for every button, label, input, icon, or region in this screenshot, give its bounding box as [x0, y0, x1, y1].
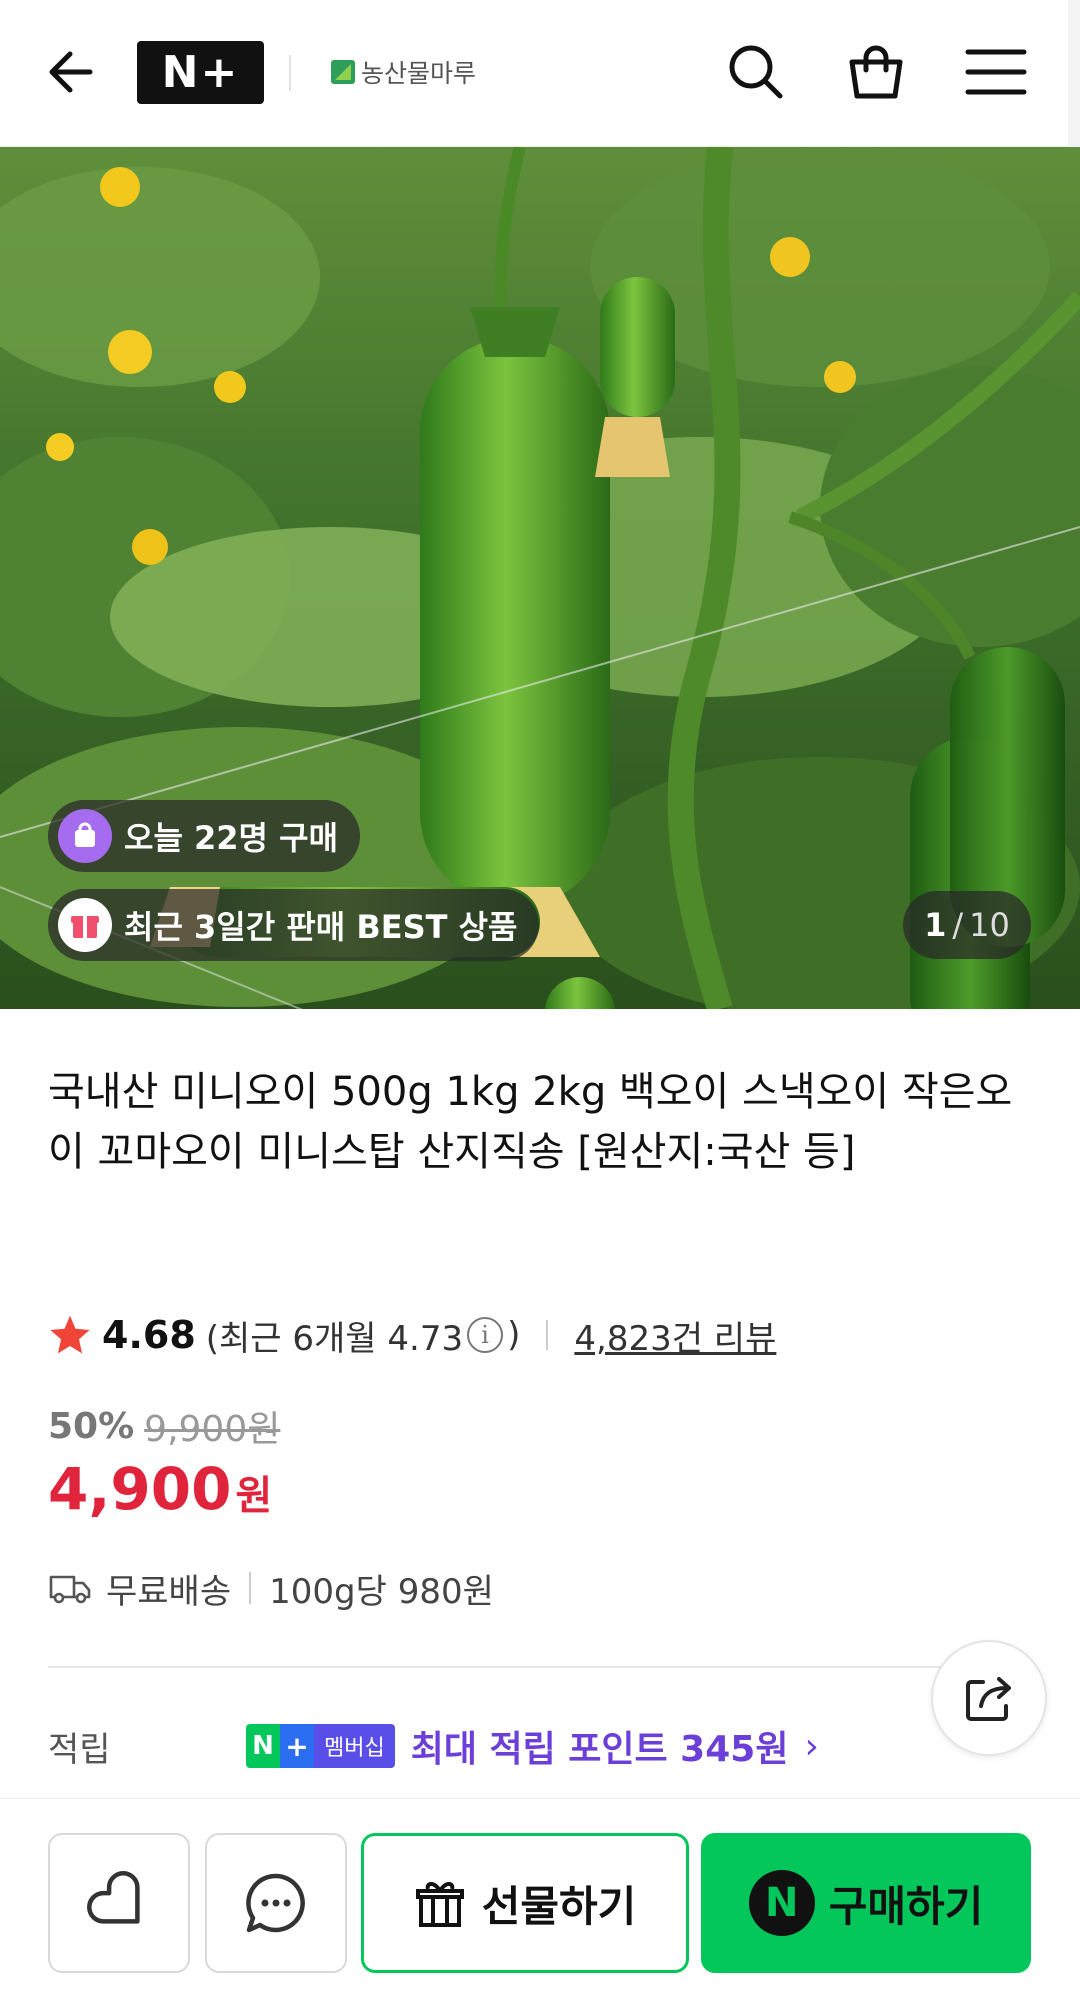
cart-button[interactable]: [840, 36, 912, 108]
image-counter-separator: /: [952, 906, 964, 944]
purchase-count-badge: 오늘 22명 구매: [48, 800, 361, 872]
brand-leaf-icon: [331, 60, 355, 84]
wishlist-button[interactable]: [48, 1833, 190, 1973]
recent-rating: (최근 6개월 4.73: [205, 1318, 464, 1359]
menu-button[interactable]: [960, 36, 1032, 108]
brand-name: 농산물마루: [361, 59, 477, 88]
buy-button[interactable]: N 구매하기: [701, 1833, 1031, 1973]
buy-label: 구매하기: [828, 1881, 984, 1931]
gift-box-icon: [58, 898, 112, 952]
top-header: N+ 농산물마루: [0, 0, 1080, 147]
membership-text: 멤버십: [314, 1724, 395, 1768]
image-total: 10: [969, 906, 1010, 944]
membership-plus: +: [280, 1724, 314, 1768]
price-unit: 원: [235, 1473, 273, 1519]
price-value: 4,900: [48, 1455, 232, 1523]
image-counter: 1 / 10: [903, 891, 1031, 959]
nplus-membership-badge: N + 멤버십: [246, 1724, 395, 1768]
product-photo: [0, 147, 1080, 1009]
product-image-carousel[interactable]: 오늘 22명 구매 최근 3일간 판매 BEST 상품 1 / 10: [0, 147, 1080, 1009]
sale-price: 4,900 원: [48, 1455, 272, 1523]
shipping-text: 무료배송: [106, 1571, 232, 1612]
points-row[interactable]: 적립 N + 멤버십 최대 적립 포인트 345원 ›: [48, 1718, 819, 1774]
best-seller-badge: 최근 3일간 판매 BEST 상품: [48, 889, 540, 961]
scrollbar[interactable]: [1068, 0, 1080, 147]
max-points-text: 최대 적립 포인트 345원: [410, 1729, 789, 1770]
store-brand[interactable]: 농산물마루: [331, 52, 476, 92]
rating-value: 4.68: [102, 1313, 196, 1357]
chat-button[interactable]: [205, 1833, 347, 1973]
shipping-divider: [249, 1572, 252, 1604]
menu-icon: [965, 49, 1027, 95]
naverpay-n-icon: N: [748, 1870, 815, 1936]
points-label: 적립: [48, 1729, 111, 1770]
rating-divider: [546, 1320, 549, 1350]
original-price: 9,900원: [144, 1409, 281, 1450]
back-arrow-icon: [49, 51, 93, 93]
image-index: 1: [924, 906, 947, 944]
info-icon[interactable]: i: [467, 1317, 504, 1353]
product-title: 국내산 미니오이 500g 1kg 2kg 백오이 스낵오이 작은오이 꼬마오이…: [48, 1069, 1013, 1175]
best-seller-text: 최근 3일간 판매 BEST 상품: [124, 908, 518, 946]
star-icon: [50, 1315, 90, 1354]
discount-rate: 50%: [48, 1405, 135, 1447]
membership-n: N: [246, 1724, 280, 1768]
chevron-right-icon: ›: [804, 1725, 819, 1767]
shopping-bag-icon: [58, 809, 112, 863]
section-divider: [48, 1666, 978, 1668]
search-button[interactable]: [720, 36, 792, 108]
cart-icon: [849, 45, 903, 99]
back-button[interactable]: [40, 40, 104, 104]
search-icon: [729, 45, 783, 99]
bottom-action-bar: 선물하기 N 구매하기: [0, 1798, 1080, 1999]
truck-icon: [49, 1575, 91, 1604]
rating-row: 4.68 (최근 6개월 4.73 i ) 4,823건 리뷰: [48, 1310, 776, 1360]
recent-rating-close: ): [507, 1315, 521, 1355]
shipping-row: 무료배송 100g당 980원: [48, 1563, 494, 1613]
chat-icon: [246, 1873, 305, 1933]
header-divider: [289, 55, 291, 91]
unit-price: 100g당 980원: [269, 1571, 494, 1612]
gift-button[interactable]: 선물하기: [361, 1833, 689, 1973]
discount-row: 50% 9,900원: [48, 1400, 280, 1452]
share-icon: [966, 1677, 1011, 1721]
share-button[interactable]: [931, 1640, 1047, 1756]
purchase-count-text: 오늘 22명 구매: [124, 819, 339, 857]
gift-label: 선물하기: [481, 1881, 637, 1931]
heart-icon: [87, 1871, 140, 1924]
nplus-logo[interactable]: N+: [137, 41, 264, 104]
gift-icon: [415, 1882, 464, 1927]
review-count-link[interactable]: 4,823건 리뷰: [574, 1311, 776, 1360]
